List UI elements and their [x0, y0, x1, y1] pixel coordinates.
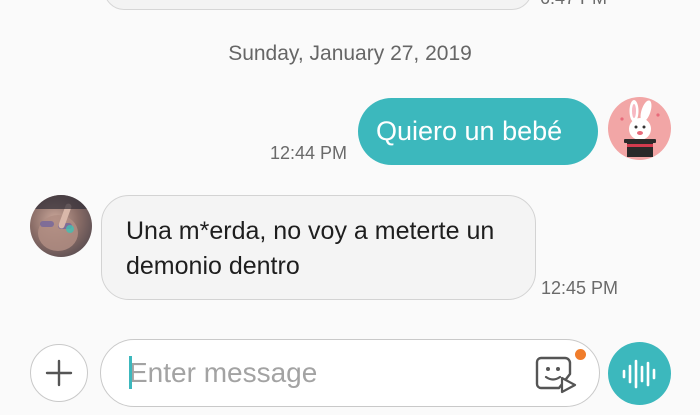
contact-photo-icon — [30, 195, 92, 251]
my-avatar[interactable] — [608, 97, 671, 160]
voice-input-button[interactable] — [608, 342, 671, 405]
received-message-time: 12:45 PM — [541, 278, 619, 298]
previous-message-bubble[interactable] — [104, 0, 532, 10]
voice-wave-icon — [622, 359, 655, 388]
plus-icon — [45, 359, 73, 387]
notification-dot — [575, 349, 586, 360]
previous-message-time: 6:47 PM — [540, 0, 607, 9]
contact-avatar[interactable] — [30, 195, 92, 257]
text-caret — [129, 356, 132, 389]
sticker-button[interactable] — [535, 354, 581, 394]
add-attachment-button[interactable] — [30, 344, 88, 402]
message-input-box[interactable] — [100, 339, 600, 407]
sticker-icon — [535, 356, 577, 394]
sent-message-time: 12:44 PM — [270, 143, 348, 163]
sent-message-bubble[interactable]: Quiero un bebé — [358, 98, 598, 165]
received-message-bubble[interactable]: Una m*erda, no voy a meterte un demonio … — [101, 195, 536, 300]
sent-message-text: Quiero un bebé — [376, 116, 563, 146]
received-message-text: Una m*erda, no voy a meterte un demonio … — [126, 217, 495, 280]
message-input[interactable] — [129, 354, 509, 392]
date-separator: Sunday, January 27, 2019 — [228, 42, 472, 65]
bunny-in-hat-icon — [620, 100, 660, 157]
